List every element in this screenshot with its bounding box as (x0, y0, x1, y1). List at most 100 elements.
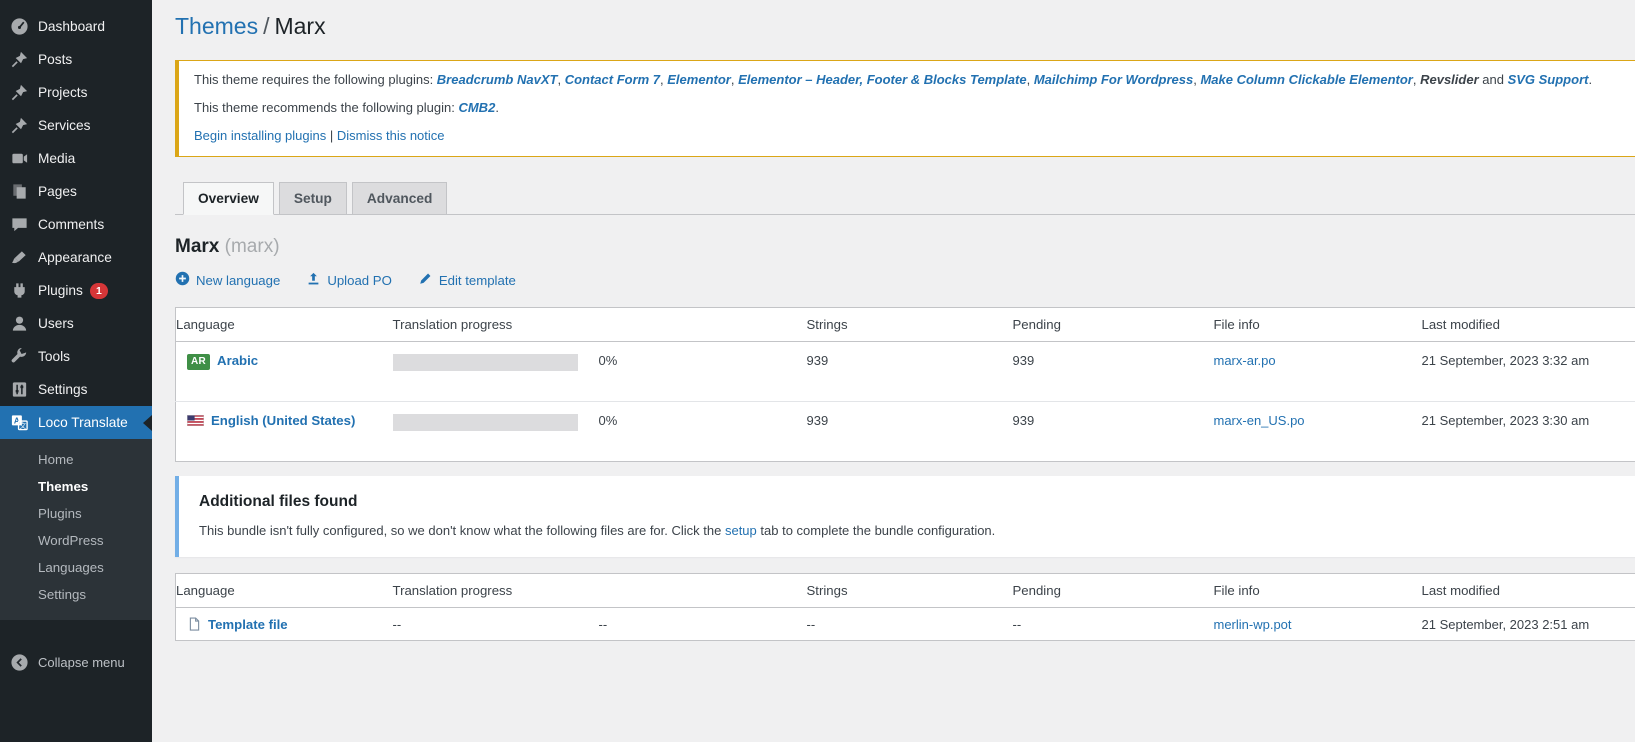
sidebar-item-label: Plugins (38, 281, 83, 300)
column-header: Last modified (1422, 574, 1635, 608)
required-plugins-list: Breadcrumb NavXT, Contact Form 7, Elemen… (437, 72, 1592, 87)
notice-action-link[interactable]: Begin installing plugins (194, 128, 326, 143)
sidebar-item[interactable]: A文 Loco Translate (0, 406, 152, 439)
sidebar-item[interactable]: Pages (0, 175, 152, 208)
sidebar-item[interactable]: Projects (0, 76, 152, 109)
language-link[interactable]: English (United States) (211, 413, 355, 428)
settings-icon (10, 380, 29, 399)
sidebar-item[interactable]: Media (0, 142, 152, 175)
column-header: Pending (1013, 308, 1214, 342)
additional-files-panel: Additional files found This bundle isn't… (175, 476, 1635, 557)
tab[interactable]: Setup (279, 182, 347, 214)
bundle-action-link[interactable]: New language (175, 271, 280, 289)
plugin-separator: , (1413, 72, 1420, 87)
additional-files-table: LanguageTranslation progressStringsPendi… (175, 573, 1635, 641)
bundle-action-link[interactable]: Edit template (418, 271, 516, 289)
column-header: Language (176, 308, 393, 342)
plugin-link[interactable]: Contact Form 7 (565, 72, 660, 87)
last-modified: 21 September, 2023 3:32 am (1422, 342, 1635, 402)
pages-icon (10, 182, 29, 201)
files-table-body: Template file -- -- -- -- merlin-wp.pot … (176, 608, 1635, 641)
collapse-arrow-icon (10, 653, 29, 672)
pushpin-icon (10, 116, 29, 135)
tab[interactable]: Overview (183, 182, 274, 215)
template-file-row: Template file -- -- -- -- merlin-wp.pot … (176, 608, 1635, 641)
template-file-link[interactable]: Template file (208, 617, 288, 632)
sidebar-item[interactable]: Settings (0, 373, 152, 406)
column-header: Pending (1013, 574, 1214, 608)
pending-count: 939 (1013, 402, 1214, 462)
pushpin-icon (10, 83, 29, 102)
sidebar-item[interactable]: Users (0, 307, 152, 340)
notice-action-link[interactable]: Dismiss this notice (337, 128, 445, 143)
sidebar-item-label: Services (38, 116, 90, 135)
submenu-item[interactable]: Settings (0, 581, 152, 608)
language-row: English (United States) 0% 939 939 marx-… (176, 402, 1635, 462)
media-icon (10, 149, 29, 168)
pushpin-icon (10, 50, 29, 69)
breadcrumb-separator: / (263, 13, 269, 39)
bundle-heading: Marx (marx) (175, 236, 1635, 258)
edit-pencil-icon (418, 271, 433, 289)
table-header-row: LanguageTranslation progressStringsPendi… (176, 574, 1635, 608)
plugin-link[interactable]: Elementor – Header, Footer & Blocks Temp… (738, 72, 1027, 87)
sidebar-item[interactable]: Comments (0, 208, 152, 241)
percent-placeholder: -- (599, 608, 807, 641)
tab[interactable]: Advanced (352, 182, 447, 214)
sidebar-item[interactable]: Services (0, 109, 152, 142)
submenu-item[interactable]: Plugins (0, 500, 152, 527)
plugin-link[interactable]: Elementor (667, 72, 731, 87)
language-code-badge: AR (187, 354, 210, 370)
pending-placeholder: -- (1013, 608, 1214, 641)
submenu-item[interactable]: Languages (0, 554, 152, 581)
progress-placeholder: -- (393, 608, 599, 641)
bundle-action-link[interactable]: Upload PO (306, 271, 392, 289)
plugin-link[interactable]: Breadcrumb NavXT (437, 72, 558, 87)
sidebar-item[interactable]: Plugins 1 (0, 274, 152, 307)
submenu-item[interactable]: Themes (0, 473, 152, 500)
plugin-link[interactable]: SVG Support (1508, 72, 1589, 87)
file-icon (187, 616, 202, 632)
svg-text:文: 文 (19, 421, 26, 430)
column-header: Strings (807, 574, 1013, 608)
update-count-badge: 1 (90, 283, 108, 299)
language-row: ARArabic 0% 939 939 marx-ar.po 21 Septem… (176, 342, 1635, 402)
table-header-row: LanguageTranslation progressStringsPendi… (176, 308, 1635, 342)
bundle-actions: New language Upload PO Edit template (175, 271, 1635, 289)
sidebar-item[interactable]: Tools (0, 340, 152, 373)
setup-tab-link[interactable]: setup (725, 523, 757, 538)
breadcrumb-themes-link[interactable]: Themes (175, 13, 258, 39)
wordpress-admin: Dashboard Posts Projects Services Me (0, 0, 1635, 742)
plugin-link[interactable]: Make Column Clickable Elementor (1200, 72, 1412, 87)
admin-sidebar: Dashboard Posts Projects Services Me (0, 0, 152, 742)
submenu-item[interactable]: Home (0, 446, 152, 473)
pot-file-link[interactable]: merlin-wp.pot (1214, 617, 1292, 632)
sidebar-item-label: Media (38, 149, 75, 168)
bundle-name: Marx (175, 236, 219, 257)
breadcrumb-current: Marx (274, 13, 325, 39)
action-separator: | (326, 128, 337, 143)
po-file-link[interactable]: marx-en_US.po (1214, 413, 1305, 428)
dashboard-icon (10, 17, 29, 36)
sidebar-item[interactable]: Dashboard (0, 10, 152, 43)
sidebar-item-label: Tools (38, 347, 70, 366)
sidebar-item-label: Projects (38, 83, 87, 102)
sidebar-item[interactable]: Appearance (0, 241, 152, 274)
collapse-menu-button[interactable]: Collapse menu (0, 647, 152, 678)
language-link[interactable]: Arabic (217, 353, 258, 368)
tools-icon (10, 347, 29, 366)
progress-percent: 0% (599, 402, 807, 462)
plugin-link[interactable]: Mailchimp For Wordpress (1034, 72, 1193, 87)
plugin-separator: , (731, 72, 738, 87)
plugin-separator: , (1027, 72, 1034, 87)
submenu-item[interactable]: WordPress (0, 527, 152, 554)
column-header: Last modified (1422, 308, 1635, 342)
progress-bar (393, 354, 578, 371)
collapse-menu-label: Collapse menu (38, 655, 125, 670)
po-file-link[interactable]: marx-ar.po (1214, 353, 1276, 368)
plugin-separator: and (1479, 72, 1508, 87)
appearance-icon (10, 248, 29, 267)
plugin-link-cmb2[interactable]: CMB2 (458, 100, 495, 115)
sidebar-item[interactable]: Posts (0, 43, 152, 76)
sidebar-item-label: Comments (38, 215, 104, 234)
